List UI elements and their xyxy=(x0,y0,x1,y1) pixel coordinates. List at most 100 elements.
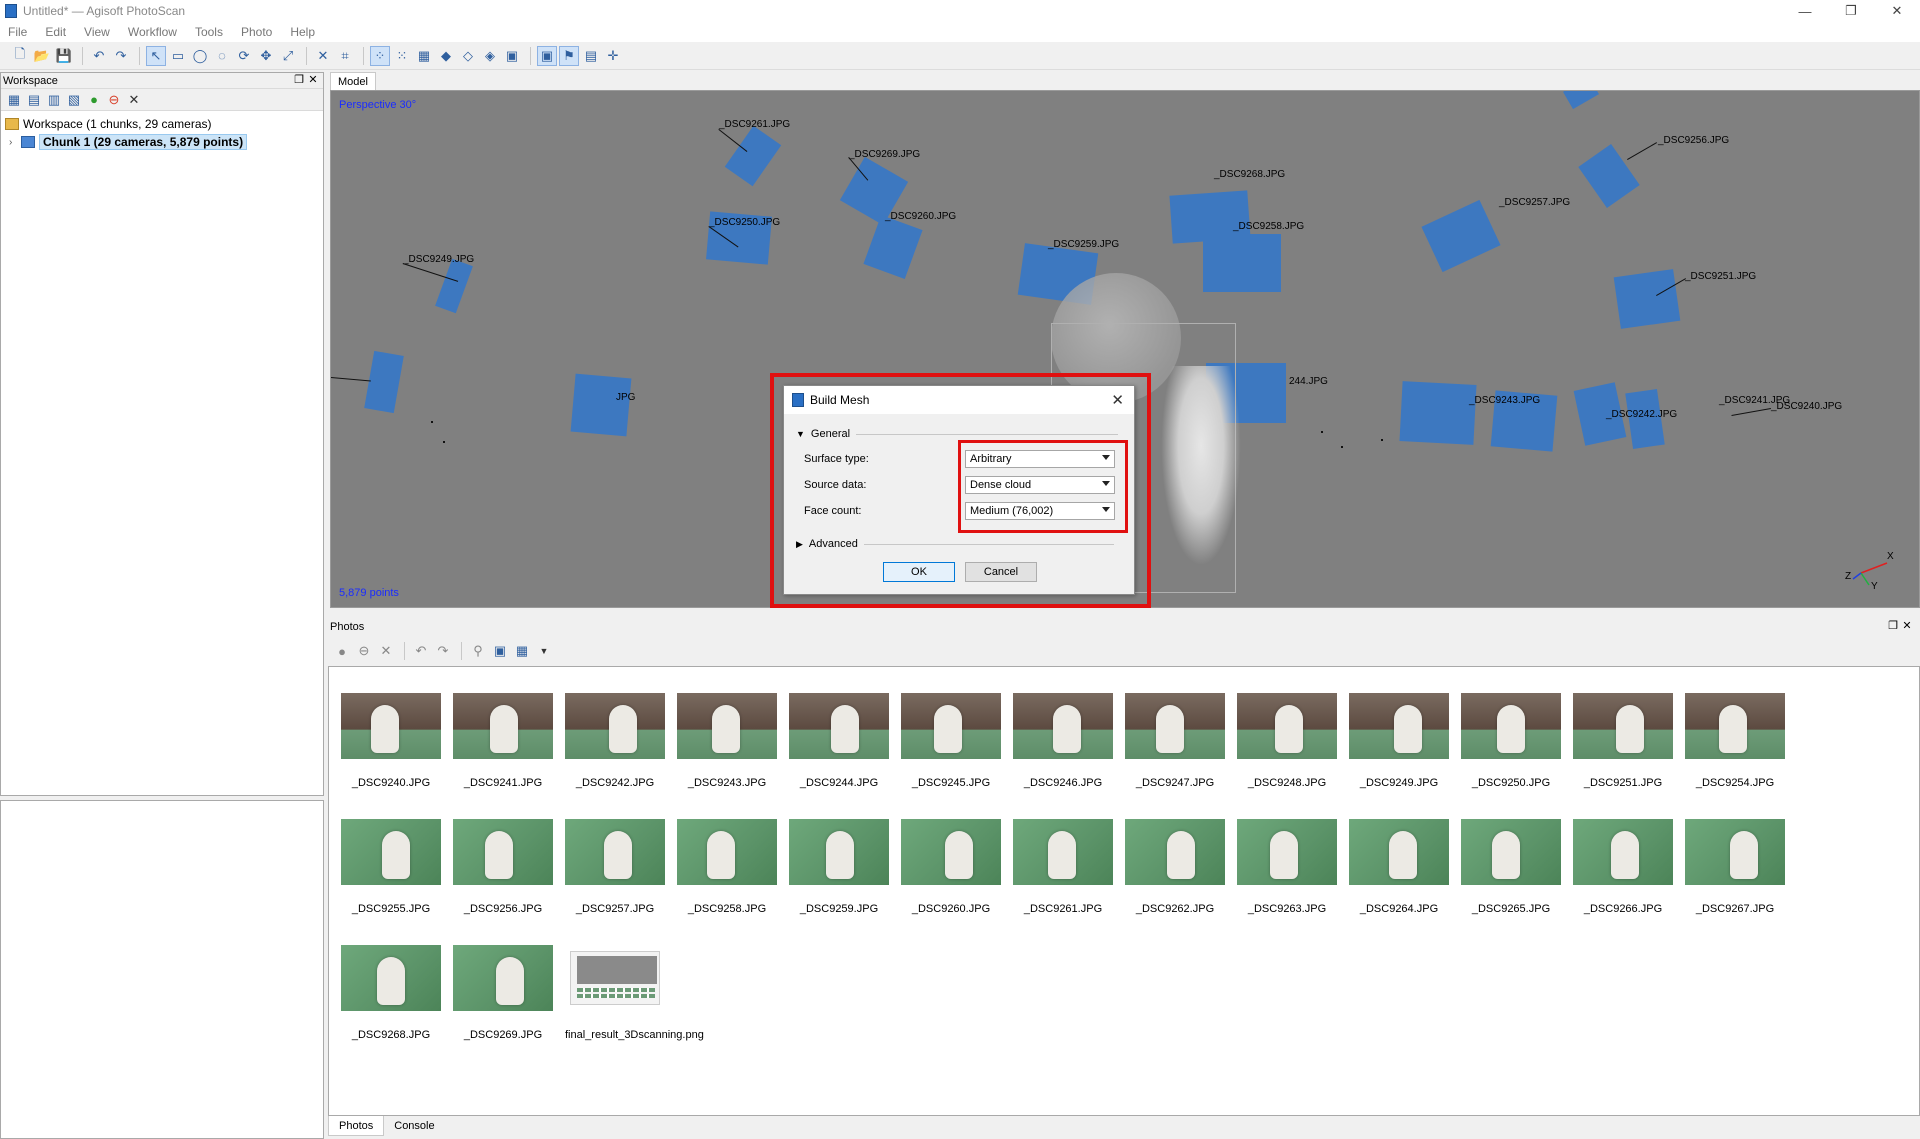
wireframe-model-icon[interactable]: ◇ xyxy=(458,46,478,66)
float-panel-icon[interactable]: ❐ xyxy=(292,73,306,86)
solid-model-icon[interactable]: ◆ xyxy=(436,46,456,66)
add-folder-icon[interactable]: ▥ xyxy=(45,91,63,109)
chunk-item[interactable]: › Chunk 1 (29 cameras, 5,879 points) xyxy=(9,133,319,151)
photo-thumbnail[interactable]: _DSC9243.JPG xyxy=(677,693,777,789)
textured-model-icon[interactable]: ◈ xyxy=(480,46,500,66)
scale-object-icon[interactable]: ⤢ xyxy=(278,46,298,66)
photo-thumbnail[interactable]: _DSC9240.JPG xyxy=(341,693,441,789)
navigation-icon[interactable]: ↖ xyxy=(146,45,166,66)
expand-arrow-icon[interactable]: › xyxy=(9,137,21,148)
close-icon[interactable]: ✕ xyxy=(1111,391,1124,409)
view-mode-icon[interactable]: ▦ xyxy=(512,641,532,661)
reset-filter-icon[interactable]: ▣ xyxy=(490,641,510,661)
crop-selection-icon[interactable]: ⌗ xyxy=(335,46,355,66)
photo-thumbnail[interactable]: _DSC9257.JPG xyxy=(565,819,665,915)
ok-button[interactable]: OK xyxy=(883,562,955,582)
undo-icon[interactable]: ↶ xyxy=(89,46,109,66)
dense-cloud-icon[interactable]: ⁙ xyxy=(392,46,412,66)
photo-thumbnail[interactable]: _DSC9244.JPG xyxy=(789,693,889,789)
close-panel-icon[interactable]: ✕ xyxy=(1900,619,1914,632)
camera-plane[interactable] xyxy=(1578,144,1640,208)
photo-thumbnail[interactable]: _DSC9256.JPG xyxy=(453,819,553,915)
photo-thumbnail[interactable]: _DSC9247.JPG xyxy=(1125,693,1225,789)
photo-thumbnail[interactable]: _DSC9251.JPG xyxy=(1573,693,1673,789)
camera-plane[interactable] xyxy=(1399,381,1477,445)
free-form-selection-icon[interactable]: ◌ xyxy=(212,46,232,66)
photo-thumbnail[interactable]: _DSC9250.JPG xyxy=(1461,693,1561,789)
expand-triangle-icon[interactable]: ▶ xyxy=(796,539,803,550)
add-chunk-icon[interactable]: ▦ xyxy=(5,91,23,109)
rotate-right-icon[interactable]: ↷ xyxy=(433,641,453,661)
close-panel-icon[interactable]: ✕ xyxy=(306,73,320,86)
new-file-icon[interactable]: 🗋 xyxy=(10,46,30,66)
restore-button[interactable]: ❐ xyxy=(1828,0,1874,22)
remove-cameras-icon[interactable]: ✕ xyxy=(376,641,396,661)
menu-help[interactable]: Help xyxy=(290,25,315,39)
menu-view[interactable]: View xyxy=(84,25,110,39)
show-markers-icon[interactable]: ⚑ xyxy=(559,45,579,66)
photo-thumbnail[interactable]: _DSC9254.JPG xyxy=(1685,693,1785,789)
menu-photo[interactable]: Photo xyxy=(241,25,272,39)
photo-thumbnail[interactable]: _DSC9242.JPG xyxy=(565,693,665,789)
photo-thumbnail[interactable]: _DSC9259.JPG xyxy=(789,819,889,915)
photo-thumbnail[interactable]: _DSC9265.JPG xyxy=(1461,819,1561,915)
collapse-triangle-icon[interactable]: ▼ xyxy=(796,429,805,439)
advanced-group[interactable]: ▶ Advanced xyxy=(796,538,1114,550)
redo-icon[interactable]: ↷ xyxy=(111,46,131,66)
photo-thumbnail[interactable]: _DSC9255.JPG xyxy=(341,819,441,915)
rotate-object-icon[interactable]: ⟳ xyxy=(234,46,254,66)
photo-thumbnail[interactable]: final_result_3Dscanning.png xyxy=(565,945,704,1041)
photo-thumbnail[interactable]: _DSC9268.JPG xyxy=(341,945,441,1041)
photo-thumbnail[interactable]: _DSC9249.JPG xyxy=(1349,693,1449,789)
photo-thumbnail[interactable]: _DSC9266.JPG xyxy=(1573,819,1673,915)
photo-thumbnail[interactable]: _DSC9267.JPG xyxy=(1685,819,1785,915)
camera-plane[interactable] xyxy=(364,350,404,414)
camera-plane[interactable] xyxy=(1203,234,1281,292)
menu-tools[interactable]: Tools xyxy=(195,25,223,39)
disable-icon[interactable]: ⊖ xyxy=(105,91,123,109)
rotate-left-icon[interactable]: ↶ xyxy=(411,641,431,661)
photo-thumbnail[interactable]: _DSC9246.JPG xyxy=(1013,693,1113,789)
workspace-root[interactable]: Workspace (1 chunks, 29 cameras) xyxy=(5,115,319,133)
photo-thumbnail[interactable]: _DSC9262.JPG xyxy=(1125,819,1225,915)
photo-thumbnail[interactable]: _DSC9269.JPG xyxy=(453,945,553,1041)
tab-console[interactable]: Console xyxy=(384,1116,444,1136)
general-group[interactable]: ▼ General xyxy=(796,428,1119,440)
circle-selection-icon[interactable]: ◯ xyxy=(190,46,210,66)
add-photos-icon[interactable]: ▤ xyxy=(25,91,43,109)
photo-thumbnail[interactable]: _DSC9245.JPG xyxy=(901,693,1001,789)
close-button[interactable]: ✕ xyxy=(1874,0,1920,22)
photo-thumbnail[interactable]: _DSC9258.JPG xyxy=(677,819,777,915)
shaded-model-icon[interactable]: ▦ xyxy=(414,46,434,66)
camera-plane[interactable] xyxy=(863,215,923,279)
camera-plane[interactable] xyxy=(435,258,473,314)
camera-plane[interactable] xyxy=(1421,199,1501,273)
photo-thumbnail[interactable]: _DSC9261.JPG xyxy=(1013,819,1113,915)
open-folder-icon[interactable]: 📂 xyxy=(32,46,52,66)
photo-thumbnail[interactable]: _DSC9264.JPG xyxy=(1349,819,1449,915)
move-object-icon[interactable]: ✥ xyxy=(256,46,276,66)
menu-workflow[interactable]: Workflow xyxy=(128,25,177,39)
view-mode-dropdown-icon[interactable]: ▼ xyxy=(534,641,554,661)
camera-plane[interactable] xyxy=(1613,269,1681,329)
delete-selection-icon[interactable]: ✕ xyxy=(313,46,333,66)
tab-model[interactable]: Model xyxy=(330,72,376,90)
float-panel-icon[interactable]: ❐ xyxy=(1886,619,1900,632)
menu-file[interactable]: File xyxy=(8,25,27,39)
disable-cameras-icon[interactable]: ⊖ xyxy=(354,641,374,661)
camera-plane[interactable] xyxy=(724,125,782,187)
enable-cameras-icon[interactable]: ● xyxy=(332,641,352,661)
point-cloud-icon[interactable]: ⁘ xyxy=(370,45,390,66)
tab-photos[interactable]: Photos xyxy=(328,1116,385,1136)
camera-plane[interactable] xyxy=(570,373,632,437)
show-region-icon[interactable]: ▤ xyxy=(581,46,601,66)
remove-icon[interactable]: ✕ xyxy=(125,91,143,109)
enable-icon[interactable]: ● xyxy=(85,91,103,109)
add-markers-icon[interactable]: ▧ xyxy=(65,91,83,109)
menu-edit[interactable]: Edit xyxy=(45,25,66,39)
filter-photos-icon[interactable]: ⚲ xyxy=(468,641,488,661)
tiled-model-icon[interactable]: ▣ xyxy=(502,46,522,66)
minimize-button[interactable]: — xyxy=(1782,0,1828,22)
photo-thumbnail[interactable]: _DSC9241.JPG xyxy=(453,693,553,789)
camera-plane[interactable] xyxy=(1563,91,1599,110)
